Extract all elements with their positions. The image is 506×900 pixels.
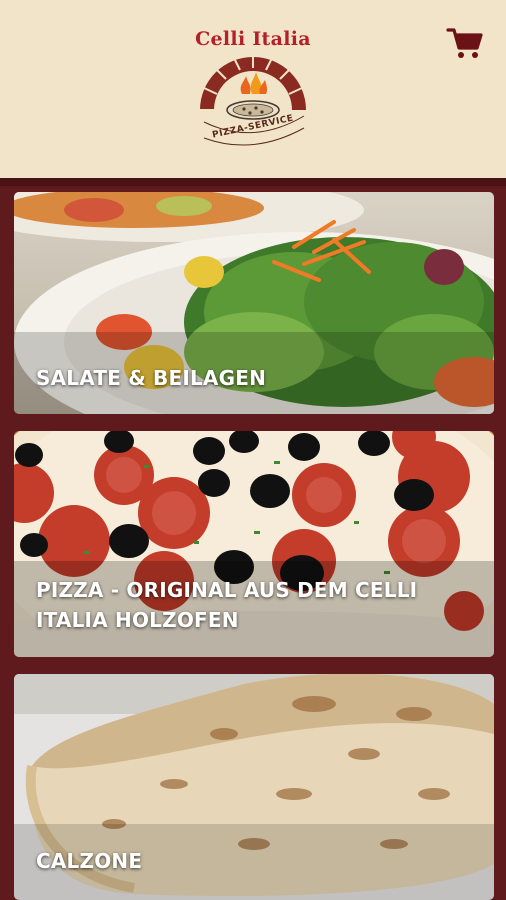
header-divider xyxy=(0,178,506,186)
shopping-cart-icon[interactable] xyxy=(444,22,484,62)
category-label: CALZONE xyxy=(36,849,143,873)
celli-italia-logo[interactable]: Celli Italia PIZZA-SERVICE xyxy=(186,22,320,152)
app-header: Celli Italia PIZZA-SERVICE xyxy=(0,0,506,178)
category-card-pizza[interactable]: PIZZA - ORIGINAL AUS DEM CELLI ITALIA HO… xyxy=(14,431,494,657)
category-card-salads[interactable]: SALATE & BEILAGEN xyxy=(14,192,494,414)
category-card-calzone[interactable]: CALZONE xyxy=(14,674,494,900)
category-label: SALATE & BEILAGEN xyxy=(36,366,267,390)
category-label: PIZZA - ORIGINAL AUS DEM CELLI ITALIA HO… xyxy=(36,578,418,632)
